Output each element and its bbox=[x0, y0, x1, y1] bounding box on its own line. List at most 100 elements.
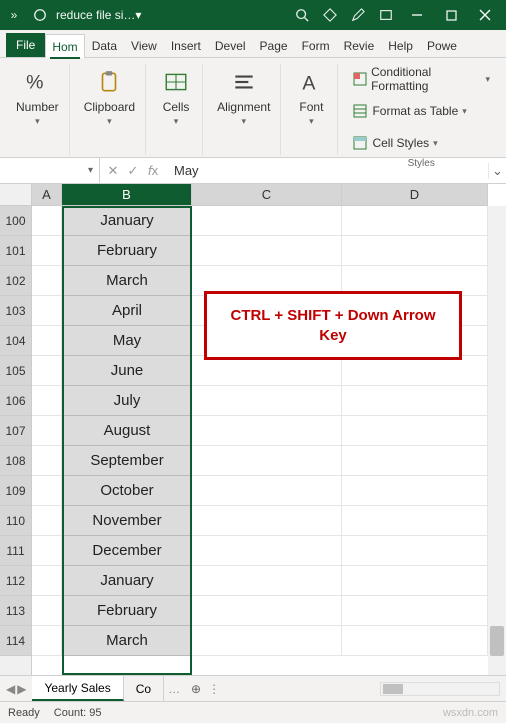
diamond-icon[interactable] bbox=[316, 1, 344, 29]
tab-page[interactable]: Page bbox=[253, 33, 295, 57]
close-button[interactable] bbox=[468, 0, 502, 30]
cells-button[interactable]: Cells ▾ bbox=[156, 64, 196, 129]
select-all-corner[interactable] bbox=[0, 184, 32, 206]
row-header[interactable]: 108 bbox=[0, 446, 31, 476]
tab-help[interactable]: Help bbox=[381, 33, 420, 57]
row-header[interactable]: 103 bbox=[0, 296, 31, 326]
conditional-formatting-icon bbox=[352, 71, 367, 87]
column-header-b[interactable]: B bbox=[62, 184, 192, 205]
cells-area[interactable]: January February March April May June Ju… bbox=[32, 206, 488, 675]
sheet-tab-active[interactable]: Yearly Sales bbox=[32, 676, 123, 701]
expand-formula-bar-icon[interactable]: ⌄ bbox=[488, 163, 506, 179]
svg-text:%: % bbox=[27, 72, 44, 94]
row-header[interactable]: 111 bbox=[0, 536, 31, 566]
cell[interactable]: August bbox=[62, 416, 192, 446]
tab-file[interactable]: File bbox=[6, 33, 45, 57]
row-header[interactable]: 106 bbox=[0, 386, 31, 416]
cell[interactable]: December bbox=[62, 536, 192, 566]
cell[interactable]: March bbox=[62, 626, 192, 656]
cancel-icon[interactable]: ✕ bbox=[106, 163, 120, 179]
sheet-tab-next[interactable]: Co bbox=[124, 676, 164, 701]
alignment-button[interactable]: Alignment ▾ bbox=[213, 64, 274, 129]
tab-formulas[interactable]: Form bbox=[295, 33, 337, 57]
row-header[interactable]: 113 bbox=[0, 596, 31, 626]
tab-data[interactable]: Data bbox=[85, 33, 124, 57]
chevron-down-icon: ▾ bbox=[433, 138, 438, 149]
conditional-formatting-label: Conditional Formatting bbox=[371, 65, 481, 93]
name-box[interactable]: ▾ bbox=[0, 158, 100, 183]
qat-more-icon[interactable]: » bbox=[4, 5, 24, 25]
tab-power[interactable]: Powe bbox=[420, 33, 464, 57]
row-header[interactable]: 105 bbox=[0, 356, 31, 386]
cell[interactable]: July bbox=[62, 386, 192, 416]
group-clipboard: Clipboard ▾ bbox=[74, 64, 146, 155]
cell[interactable]: March bbox=[62, 266, 192, 296]
worksheet-grid[interactable]: A B C D 100 101 102 103 104 105 106 107 … bbox=[0, 184, 506, 675]
window-mode-icon[interactable] bbox=[372, 1, 400, 29]
row-header[interactable]: 101 bbox=[0, 236, 31, 266]
title-dropdown-icon[interactable]: ▾ bbox=[135, 8, 141, 22]
tab-view[interactable]: View bbox=[124, 33, 164, 57]
cell[interactable]: February bbox=[62, 236, 192, 266]
svg-text:A: A bbox=[303, 73, 316, 95]
row-header[interactable]: 109 bbox=[0, 476, 31, 506]
column-header-a[interactable]: A bbox=[32, 184, 62, 205]
row-header[interactable]: 104 bbox=[0, 326, 31, 356]
scrollbar-thumb[interactable] bbox=[383, 684, 403, 694]
row-header[interactable]: 100 bbox=[0, 206, 31, 236]
number-format-button[interactable]: % Number ▾ bbox=[12, 64, 63, 129]
row-header[interactable]: 110 bbox=[0, 506, 31, 536]
maximize-button[interactable] bbox=[434, 0, 468, 30]
minimize-button[interactable] bbox=[400, 0, 434, 30]
cell[interactable]: April bbox=[62, 296, 192, 326]
column-header-c[interactable]: C bbox=[192, 184, 342, 205]
conditional-formatting-button[interactable]: Conditional Formatting ▾ bbox=[348, 64, 494, 94]
sheet-nav-next-icon[interactable]: ▶ bbox=[17, 682, 26, 696]
cell[interactable]: October bbox=[62, 476, 192, 506]
fx-icon[interactable]: fx bbox=[146, 163, 160, 178]
vertical-scrollbar[interactable] bbox=[488, 206, 506, 675]
cell[interactable]: January bbox=[62, 206, 192, 236]
status-mode: Ready bbox=[8, 707, 40, 719]
row-header[interactable]: 114 bbox=[0, 626, 31, 656]
cell[interactable]: June bbox=[62, 356, 192, 386]
autosave-icon[interactable] bbox=[30, 5, 50, 25]
group-cells: Cells ▾ bbox=[150, 64, 203, 155]
tab-splitter[interactable]: ⋮ bbox=[208, 682, 220, 696]
tab-review[interactable]: Revie bbox=[337, 33, 382, 57]
column-header-d[interactable]: D bbox=[342, 184, 488, 205]
sheet-tab-more[interactable]: … bbox=[164, 682, 184, 696]
clipboard-button[interactable]: Clipboard ▾ bbox=[80, 64, 139, 129]
horizontal-scrollbar[interactable] bbox=[380, 682, 500, 696]
cell-styles-button[interactable]: Cell Styles ▾ bbox=[348, 128, 494, 158]
cell-styles-icon bbox=[352, 135, 368, 151]
group-number-label bbox=[36, 144, 39, 155]
pen-icon[interactable] bbox=[344, 1, 372, 29]
new-sheet-button[interactable]: ⊕ bbox=[184, 682, 208, 696]
row-header[interactable]: 107 bbox=[0, 416, 31, 446]
cell[interactable]: May bbox=[62, 326, 192, 356]
formula-input[interactable]: May bbox=[166, 163, 488, 178]
annotation-callout: CTRL + SHIFT + Down Arrow Key bbox=[204, 291, 462, 360]
cell[interactable]: February bbox=[62, 596, 192, 626]
enter-icon[interactable]: ✓ bbox=[126, 163, 140, 179]
tab-insert[interactable]: Insert bbox=[164, 33, 208, 57]
row-header[interactable]: 102 bbox=[0, 266, 31, 296]
format-as-table-button[interactable]: Format as Table ▾ bbox=[348, 96, 494, 126]
row-header[interactable]: 112 bbox=[0, 566, 31, 596]
cell-styles-label: Cell Styles bbox=[372, 136, 429, 150]
font-button[interactable]: A Font ▾ bbox=[291, 64, 331, 129]
tab-developer[interactable]: Devel bbox=[208, 33, 253, 57]
sheet-nav-prev-icon[interactable]: ◀ bbox=[6, 682, 15, 696]
search-icon[interactable] bbox=[288, 1, 316, 29]
chevron-down-icon: ▾ bbox=[241, 116, 246, 127]
scrollbar-thumb[interactable] bbox=[490, 626, 504, 656]
tab-home[interactable]: Hom bbox=[45, 34, 84, 58]
chevron-down-icon: ▾ bbox=[309, 116, 314, 127]
cell[interactable]: September bbox=[62, 446, 192, 476]
chevron-down-icon[interactable]: ▾ bbox=[88, 165, 93, 176]
cell[interactable]: November bbox=[62, 506, 192, 536]
group-font-label bbox=[310, 144, 313, 155]
cell[interactable]: January bbox=[62, 566, 192, 596]
sheet-tab-bar: ◀ ▶ Yearly Sales Co … ⊕ ⋮ bbox=[0, 675, 506, 701]
